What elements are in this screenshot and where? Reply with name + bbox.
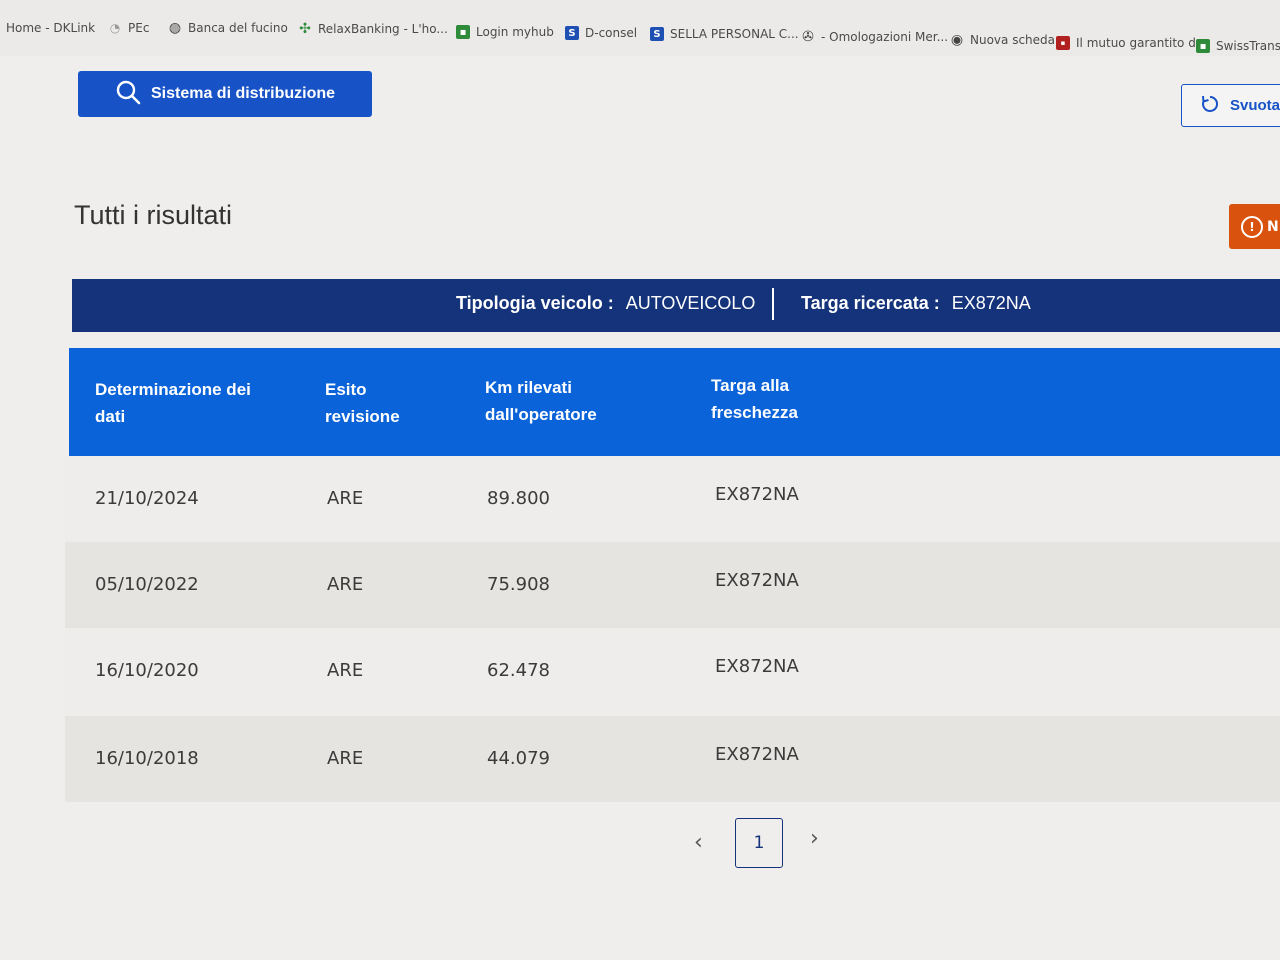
cell-plate: EX872NA bbox=[715, 484, 799, 505]
column-header-km[interactable]: Km rilevati dall'operatore bbox=[485, 374, 635, 428]
cell-plate: EX872NA bbox=[715, 656, 799, 677]
bookmark-label: Login myhub bbox=[476, 25, 554, 39]
alert-button[interactable]: ! N bbox=[1229, 204, 1280, 249]
search-icon bbox=[115, 79, 141, 110]
search-info-bar: Tipologia veicolo : AUTOVEICOLO Targa ri… bbox=[72, 279, 1280, 332]
column-header-date[interactable]: Determinazione dei dati bbox=[95, 376, 275, 430]
bookmark-swisstransfer[interactable]: ▪ SwissTransfer bbox=[1196, 39, 1280, 53]
cell-km: 62.478 bbox=[487, 660, 550, 681]
bookmark-label: Home - DKLink bbox=[6, 21, 96, 35]
table-row: 21/10/2024 ARE 89.800 EX872NA bbox=[65, 456, 1280, 542]
table-row: 05/10/2022 ARE 75.908 EX872NA bbox=[65, 542, 1280, 628]
cell-plate: EX872NA bbox=[715, 744, 799, 765]
table-row: 16/10/2020 ARE 62.478 EX872NA bbox=[65, 628, 1280, 714]
bookmark-login-myhub[interactable]: ▪ Login myhub bbox=[456, 25, 554, 39]
red-icon: ▪ bbox=[1056, 36, 1070, 50]
cell-outcome: ARE bbox=[327, 488, 364, 509]
alert-icon: ! bbox=[1241, 215, 1263, 238]
bookmark-nuova-scheda[interactable]: ◉ Nuova scheda bbox=[950, 32, 1056, 48]
bookmark-sella-personal[interactable]: S SELLA PERSONAL C... bbox=[650, 27, 799, 41]
distribution-system-label: Sistema di distribuzione bbox=[150, 85, 336, 102]
table-row: 16/10/2018 ARE 44.079 EX872NA bbox=[65, 716, 1280, 802]
globe-icon: ◍ bbox=[168, 20, 182, 36]
vehicle-type-value: AUTOVEICOLO bbox=[625, 293, 756, 313]
bookmark-mutuo-garantito[interactable]: ▪ Il mutuo garantito d... bbox=[1056, 36, 1207, 50]
bookmark-label: - Omologazioni Mer... bbox=[821, 30, 949, 44]
bookmark-label: RelaxBanking - L'ho... bbox=[318, 22, 448, 36]
bookmark-label: Il mutuo garantito d... bbox=[1076, 36, 1208, 50]
cell-outcome: ARE bbox=[327, 660, 364, 681]
clear-label: Svuota bbox=[1230, 97, 1280, 114]
bookmark-label: SELLA PERSONAL C... bbox=[670, 27, 799, 41]
bookmarks-bar: Home - DKLink ◔ PEc ◍ Banca del fucino ✣… bbox=[0, 0, 1280, 56]
cell-date: 21/10/2024 bbox=[95, 488, 199, 509]
vehicle-type-label: Tipologia veicolo : bbox=[456, 293, 614, 313]
results-table-header: Determinazione dei dati Esito revisione … bbox=[69, 348, 1280, 456]
column-header-outcome[interactable]: Esito revisione bbox=[325, 376, 445, 430]
cell-outcome: ARE bbox=[327, 574, 364, 595]
s-icon: S bbox=[650, 27, 664, 41]
cell-date: 16/10/2020 bbox=[95, 660, 199, 681]
pagination-prev-button[interactable]: ‹ bbox=[694, 830, 703, 855]
bookmark-home-dklink[interactable]: Home - DKLink bbox=[6, 21, 95, 35]
bookmark-omologazioni[interactable]: ✇ - Omologazioni Mer... bbox=[801, 29, 949, 45]
bookmark-label: SwissTransfer bbox=[1216, 39, 1280, 53]
vehicle-type: Tipologia veicolo : AUTOVEICOLO bbox=[456, 293, 755, 314]
bookmark-banca-fucino[interactable]: ◍ Banca del fucino bbox=[168, 20, 288, 36]
cell-date: 16/10/2018 bbox=[95, 748, 199, 769]
lock-icon: ◔ bbox=[109, 21, 121, 35]
bookmark-d-consel[interactable]: S D-consel bbox=[565, 26, 637, 40]
bookmark-label: Banca del fucino bbox=[188, 21, 288, 35]
searched-plate-value: EX872NA bbox=[951, 293, 1031, 313]
pagination-page-button[interactable]: 1 bbox=[735, 818, 783, 868]
s-icon: S bbox=[565, 26, 579, 40]
cell-km: 44.079 bbox=[487, 748, 550, 769]
bookmark-pec[interactable]: ◔ PEc bbox=[108, 21, 150, 35]
bookmark-label: Nuova scheda bbox=[970, 33, 1056, 47]
cell-plate: EX872NA bbox=[715, 570, 799, 591]
distribution-system-button[interactable]: Sistema di distribuzione bbox=[78, 71, 372, 117]
cell-outcome: ARE bbox=[327, 748, 364, 769]
myhub-icon: ▪ bbox=[456, 25, 470, 39]
pagination-next-button[interactable]: › bbox=[810, 826, 819, 851]
swisstransfer-icon: ▪ bbox=[1196, 39, 1210, 53]
bookmark-label: D-consel bbox=[585, 26, 638, 40]
mercedes-icon: ✇ bbox=[802, 29, 814, 45]
cell-km: 89.800 bbox=[487, 488, 550, 509]
column-header-plate[interactable]: Targa alla freschezza bbox=[711, 372, 841, 426]
refresh-icon bbox=[1200, 94, 1220, 118]
bookmark-relaxbanking[interactable]: ✣ RelaxBanking - L'ho... bbox=[298, 21, 448, 37]
relax-icon: ✣ bbox=[299, 21, 311, 37]
searched-plate: Targa ricercata : EX872NA bbox=[801, 293, 1031, 314]
clear-button[interactable]: Svuota bbox=[1181, 84, 1280, 127]
bookmark-label: PEc bbox=[128, 21, 150, 35]
alert-label: N bbox=[1267, 218, 1279, 235]
cell-km: 75.908 bbox=[487, 574, 550, 595]
page-title: Tutti i risultati bbox=[74, 200, 233, 230]
info-divider bbox=[772, 288, 774, 320]
chrome-icon: ◉ bbox=[950, 32, 964, 48]
searched-plate-label: Targa ricercata : bbox=[801, 293, 940, 313]
cell-date: 05/10/2022 bbox=[95, 574, 199, 595]
